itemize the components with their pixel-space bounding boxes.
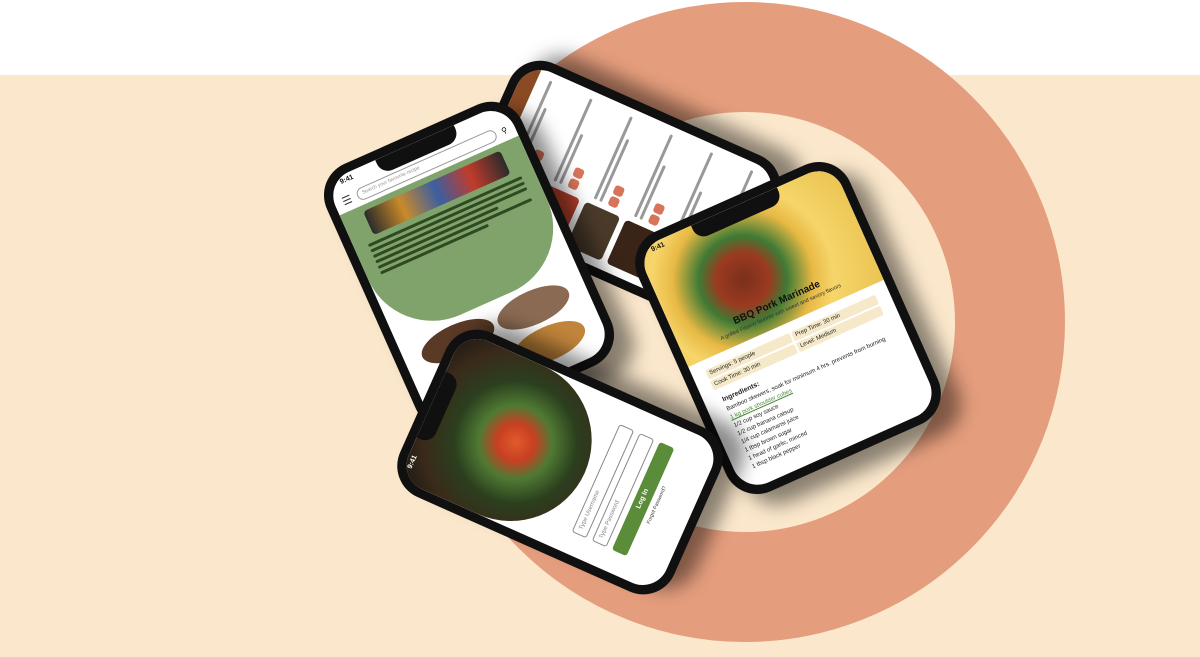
search-icon[interactable]: ⚲: [500, 125, 509, 136]
status-time: 9:41: [338, 173, 355, 186]
menu-icon[interactable]: ☰: [340, 192, 354, 208]
